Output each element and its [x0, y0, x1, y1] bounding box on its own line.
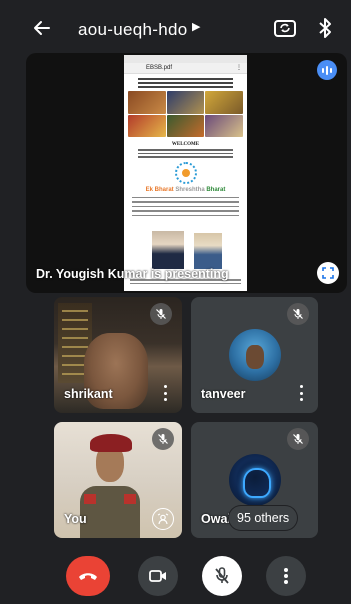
ebsb-banner: Ek Bharat Shreshtha Bharat — [145, 186, 226, 193]
participant-name: Owai — [201, 512, 231, 526]
mic-off-icon — [150, 303, 172, 325]
background-effects-button[interactable] — [152, 508, 174, 530]
meeting-code[interactable]: aou-ueqh-hdo — [78, 20, 187, 40]
presenter-label: Dr. Yougish Kumar is presenting — [36, 267, 229, 281]
presentation-tile[interactable]: EBSB.pdf ⋮ WELCOME Ek Bharat Shreshtha B… — [26, 53, 347, 293]
back-button[interactable] — [30, 16, 54, 40]
arrow-left-icon — [34, 21, 50, 35]
camera-button[interactable] — [138, 556, 178, 596]
mic-off-icon — [215, 567, 229, 584]
participant-tile-owais[interactable]: Owai 95 others — [191, 422, 318, 538]
participant-name: shrikant — [64, 387, 113, 401]
fullscreen-button[interactable] — [317, 262, 339, 284]
doc-heading-lines — [132, 78, 239, 88]
switch-camera-button[interactable] — [272, 16, 298, 40]
participant-name: tanveer — [201, 387, 246, 401]
avatar — [229, 329, 281, 381]
background-effects-icon — [157, 513, 169, 525]
more-vert-icon[interactable] — [162, 385, 168, 401]
end-call-button[interactable] — [66, 556, 110, 596]
participant-name: You — [64, 512, 87, 526]
more-vert-icon — [284, 568, 288, 584]
mic-off-icon — [287, 303, 309, 325]
bluetooth-icon — [319, 18, 331, 38]
mic-off-icon — [287, 428, 309, 450]
audio-level-icon — [317, 60, 337, 80]
chevron-right-icon[interactable]: ▶ — [192, 20, 200, 33]
ebsb-logo-icon — [174, 161, 197, 184]
others-count-button[interactable]: 95 others — [229, 506, 298, 530]
doc-menu-icon: ⋮ — [236, 65, 242, 71]
doc-status-bar — [124, 55, 247, 63]
call-controls — [0, 548, 351, 604]
switch-camera-icon — [274, 20, 296, 37]
avatar — [229, 454, 281, 506]
doc-body-lines — [132, 196, 239, 216]
camera-icon — [149, 570, 166, 582]
mic-off-icon — [152, 428, 174, 450]
doc-app-bar: EBSB.pdf ⋮ — [124, 63, 247, 74]
top-bar: aou-ueqh-hdo ▶ — [0, 0, 351, 52]
participant-tile-shrikant[interactable]: shrikant — [54, 297, 182, 413]
end-call-icon — [79, 573, 97, 580]
image-collage — [128, 91, 243, 137]
bluetooth-button[interactable] — [316, 16, 334, 40]
doc-photos — [134, 231, 237, 271]
doc-text-lines — [138, 149, 233, 158]
shared-document: EBSB.pdf ⋮ WELCOME Ek Bharat Shreshtha B… — [124, 55, 247, 291]
doc-title: EBSB.pdf — [146, 65, 173, 71]
fullscreen-icon — [322, 267, 334, 279]
participant-tile-tanveer[interactable]: tanveer — [191, 297, 318, 413]
doc-welcome-text: WELCOME — [171, 142, 200, 147]
mic-button[interactable] — [202, 556, 242, 596]
participant-tile-you[interactable]: You — [54, 422, 182, 538]
more-vert-icon[interactable] — [298, 385, 304, 401]
more-options-button[interactable] — [266, 556, 306, 596]
